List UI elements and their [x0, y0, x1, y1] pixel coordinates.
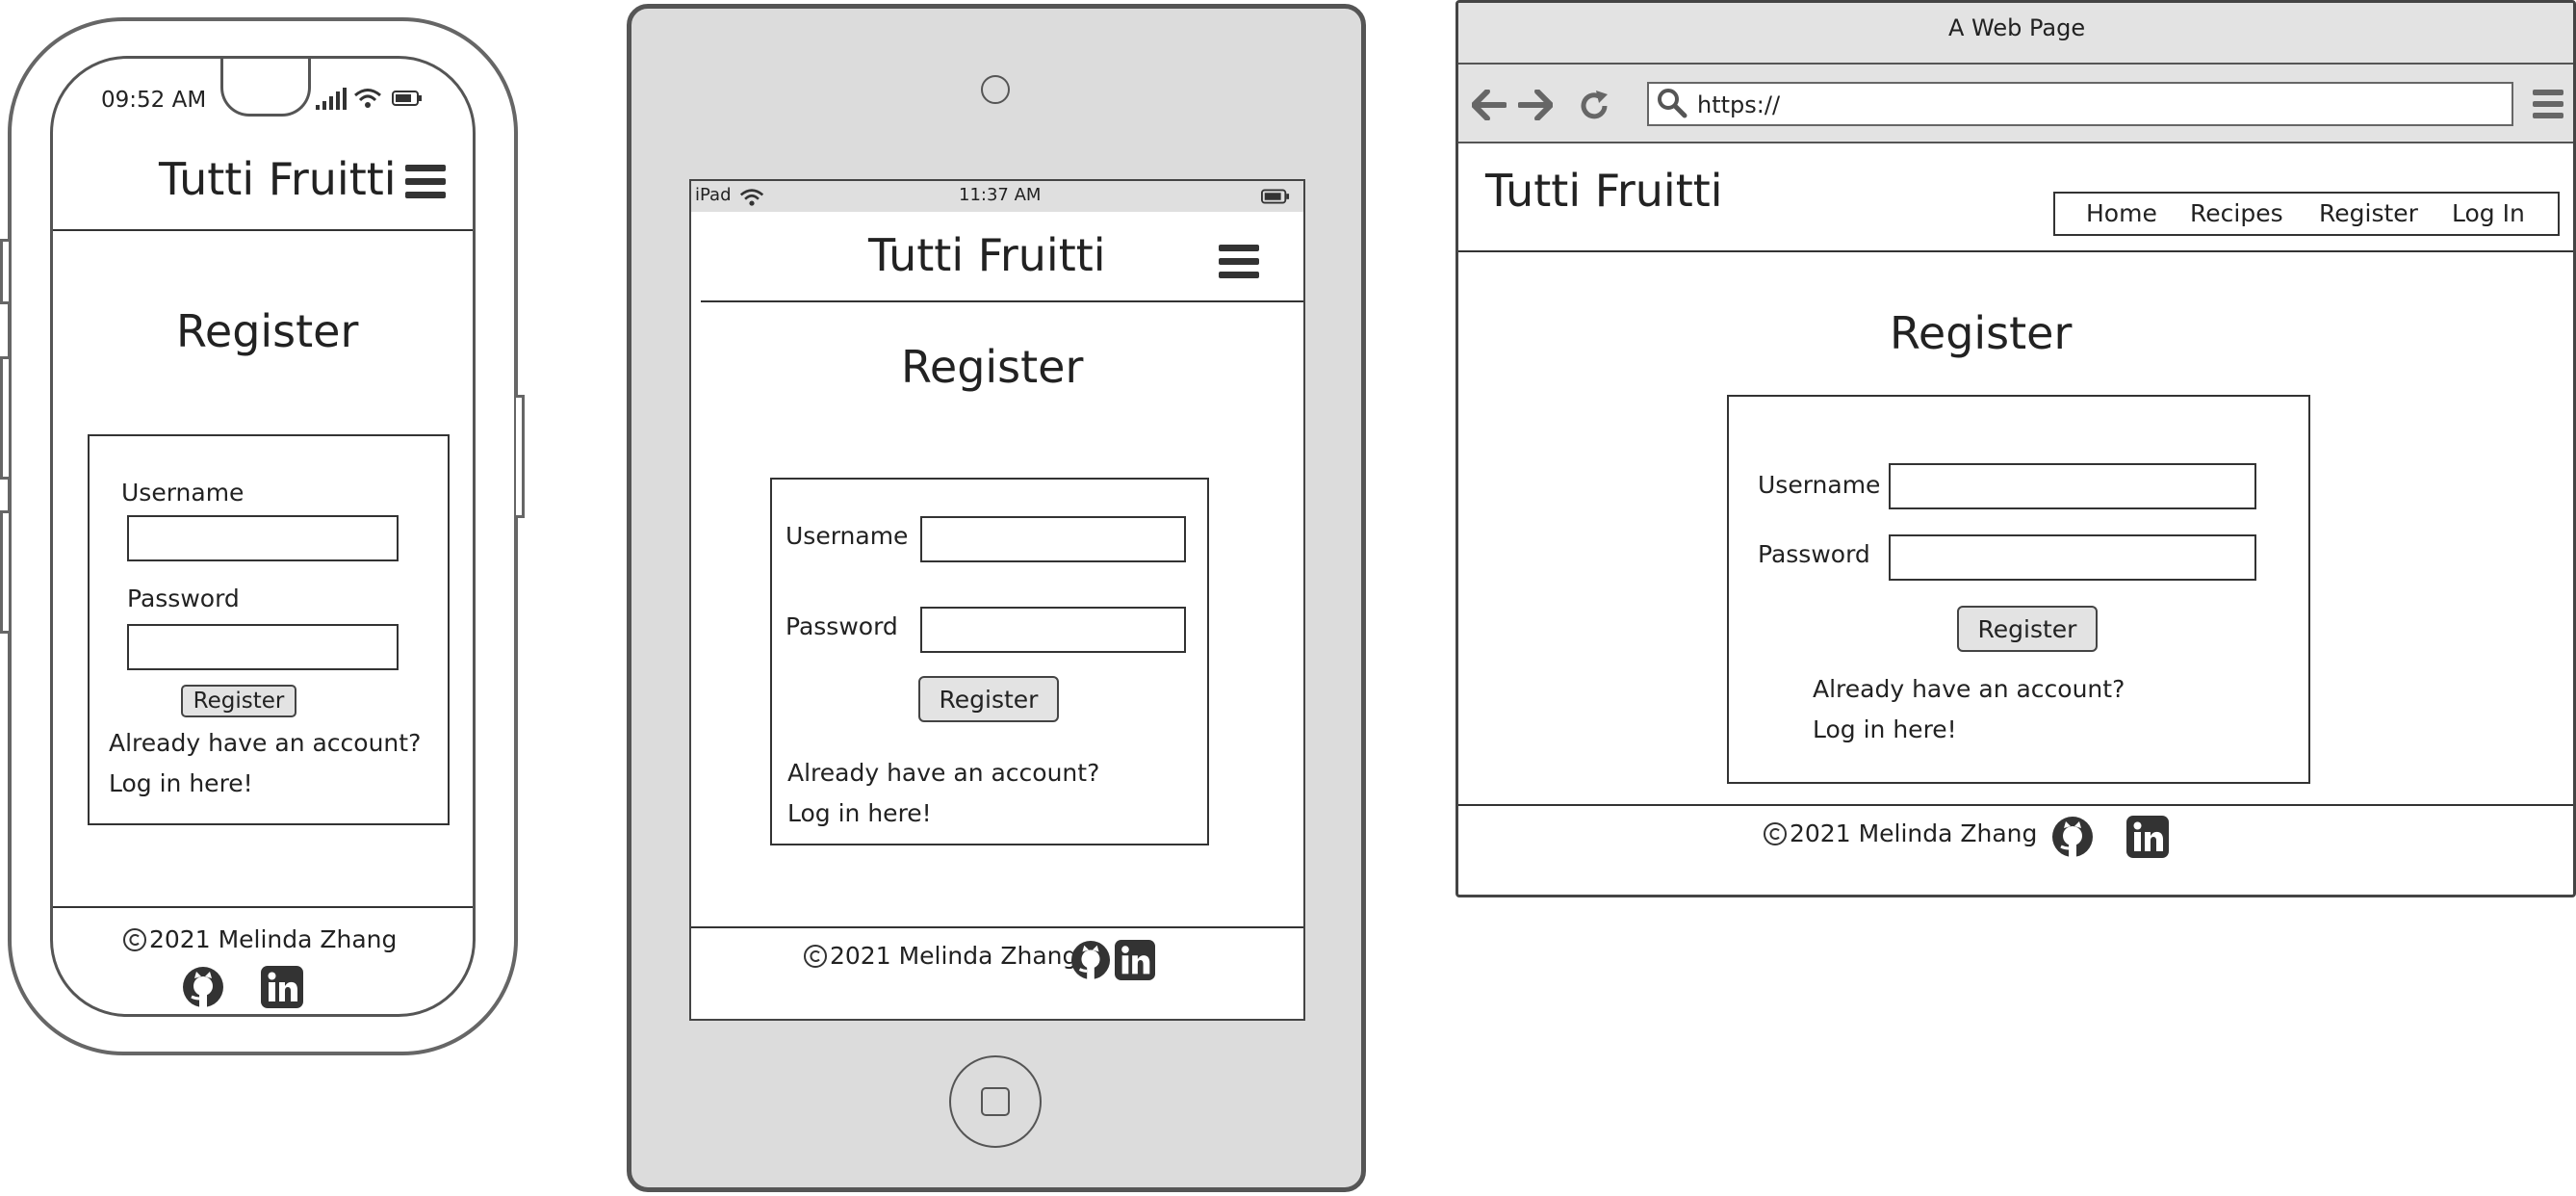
tablet-screen: iPad 11:37 AM Tutti Fruitti Register Use… [689, 179, 1305, 1021]
reload-icon[interactable] [1578, 90, 1610, 122]
password-input[interactable] [920, 607, 1186, 653]
phone-status-time: 09:52 AM [101, 88, 207, 113]
nav-recipes[interactable]: Recipes [2190, 199, 2283, 227]
username-label: Username [1758, 471, 1881, 499]
copyright-icon [122, 927, 147, 952]
hamburger-menu-icon[interactable] [1219, 245, 1259, 279]
tablet-camera [981, 75, 1010, 104]
header-divider [1458, 250, 2573, 252]
copyright-text: 2021 Melinda Zhang [1790, 819, 2038, 847]
phone-brand-title[interactable]: Tutti Fruitti [159, 153, 397, 205]
password-input[interactable] [127, 624, 399, 670]
browser-menu-icon[interactable] [2533, 88, 2563, 120]
already-account-text: Already have an account? [787, 759, 1100, 787]
username-input[interactable] [1889, 463, 2256, 509]
username-label: Username [121, 479, 245, 507]
register-button[interactable]: Register [918, 676, 1059, 722]
footer-divider [1458, 804, 2573, 806]
wifi-icon [739, 188, 764, 207]
address-bar-url[interactable]: https:// [1697, 91, 1780, 118]
github-icon[interactable] [1070, 940, 1111, 980]
linkedin-icon[interactable] [261, 966, 303, 1008]
login-link[interactable]: Log in here! [1813, 715, 1957, 743]
password-label: Password [1758, 540, 1870, 568]
tablet-brand-title[interactable]: Tutti Fruitti [868, 229, 1106, 281]
password-label: Password [786, 612, 898, 640]
copyright-text: 2021 Melinda Zhang [830, 942, 1078, 970]
nav-login[interactable]: Log In [2452, 199, 2525, 227]
copyright-text: 2021 Melinda Zhang [149, 925, 398, 953]
page-title: Register [176, 305, 359, 357]
page-title: Register [901, 341, 1084, 393]
login-link[interactable]: Log in here! [109, 769, 253, 797]
phone-screen: 09:52 AM Tutti Fruitti Register Username… [50, 56, 476, 1017]
hamburger-menu-icon[interactable] [405, 165, 446, 199]
password-label: Password [127, 585, 240, 612]
phone-side-button [0, 510, 9, 634]
tablet-status-time: 11:37 AM [959, 185, 1042, 205]
copyright-icon [1763, 821, 1788, 846]
signal-icon [315, 88, 348, 111]
phone-notch [220, 59, 311, 117]
register-button[interactable]: Register [1957, 606, 2098, 652]
arrow-right-icon[interactable] [1518, 90, 1553, 120]
phone-side-button [0, 239, 9, 304]
linkedin-icon[interactable] [2126, 816, 2169, 858]
tablet-header-divider [701, 300, 1303, 302]
site-brand-title[interactable]: Tutti Fruitti [1485, 165, 1723, 217]
browser-window-title: A Web Page [1948, 14, 2086, 41]
copyright-icon [803, 944, 828, 969]
search-icon [1657, 88, 1687, 118]
phone-footer-divider [53, 906, 473, 908]
github-icon[interactable] [2051, 816, 2094, 858]
nav-home[interactable]: Home [2086, 199, 2157, 227]
wifi-icon [353, 88, 382, 109]
username-label: Username [786, 522, 909, 550]
tablet-footer-divider [691, 926, 1303, 928]
phone-side-button [516, 395, 525, 518]
phone-side-button [0, 356, 9, 480]
phone-header-divider [53, 229, 473, 231]
battery-icon [392, 91, 423, 106]
already-account-text: Already have an account? [1813, 675, 2125, 703]
register-button[interactable]: Register [181, 685, 296, 717]
github-icon[interactable] [182, 966, 224, 1008]
page-title: Register [1890, 307, 2073, 359]
username-input[interactable] [127, 515, 399, 561]
battery-icon [1261, 189, 1290, 204]
tablet-status-device: iPad [695, 185, 732, 205]
already-account-text: Already have an account? [109, 729, 422, 757]
nav-register[interactable]: Register [2319, 199, 2418, 227]
linkedin-icon[interactable] [1115, 940, 1155, 980]
browser-window: A Web Page https:// Tutti Fruitti Home R… [1455, 0, 2576, 897]
password-input[interactable] [1889, 534, 2256, 581]
arrow-left-icon[interactable] [1472, 90, 1507, 120]
username-input[interactable] [920, 516, 1186, 562]
tablet-home-button[interactable] [949, 1055, 1042, 1148]
login-link[interactable]: Log in here! [787, 799, 932, 827]
